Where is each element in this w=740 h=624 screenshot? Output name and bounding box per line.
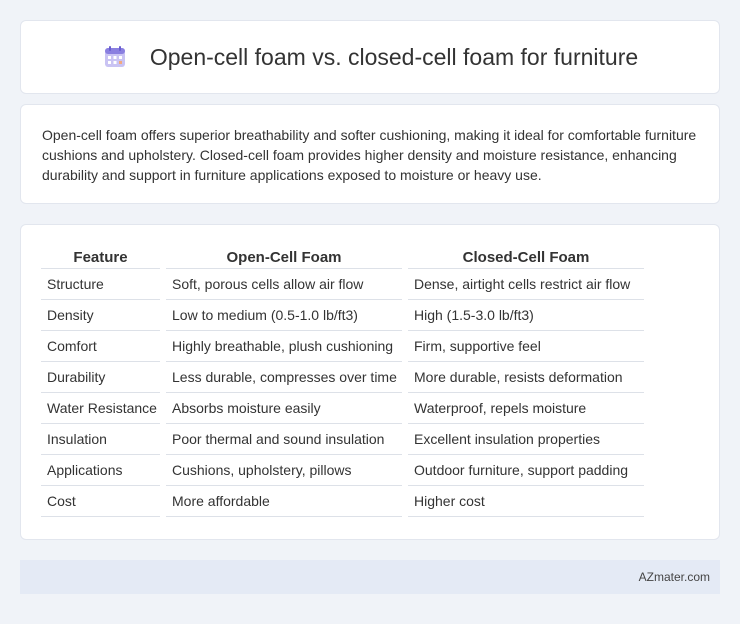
feature-cell: Cost	[41, 486, 160, 517]
summary-text: Open-cell foam offers superior breathabi…	[42, 127, 697, 183]
open-cell-value: Highly breathable, plush cushioning	[166, 331, 402, 362]
table-header-row: Feature Open-Cell Foam Closed-Cell Foam	[41, 247, 644, 269]
open-cell-value: More affordable	[166, 486, 402, 517]
closed-cell-value: Dense, airtight cells restrict air flow	[408, 269, 644, 300]
feature-cell: Water Resistance	[41, 393, 160, 424]
footer-bar: AZmater.com	[20, 560, 720, 594]
feature-cell: Durability	[41, 362, 160, 393]
closed-cell-value: High (1.5-3.0 lb/ft3)	[408, 300, 644, 331]
table-row: Insulation Poor thermal and sound insula…	[41, 424, 644, 455]
column-header-open-cell: Open-Cell Foam	[166, 247, 402, 269]
column-header-closed-cell: Closed-Cell Foam	[408, 247, 644, 269]
feature-cell: Applications	[41, 455, 160, 486]
column-header-feature: Feature	[41, 247, 160, 269]
open-cell-value: Less durable, compresses over time	[166, 362, 402, 393]
table-row: Comfort Highly breathable, plush cushion…	[41, 331, 644, 362]
closed-cell-value: Excellent insulation properties	[408, 424, 644, 455]
closed-cell-value: Outdoor furniture, support padding	[408, 455, 644, 486]
footer-brand[interactable]: AZmater.com	[639, 570, 710, 584]
feature-cell: Structure	[41, 269, 160, 300]
closed-cell-value: More durable, resists deformation	[408, 362, 644, 393]
page-title: Open-cell foam vs. closed-cell foam for …	[149, 43, 639, 70]
comparison-table: Feature Open-Cell Foam Closed-Cell Foam …	[35, 247, 650, 517]
feature-cell: Density	[41, 300, 160, 331]
table-row: Structure Soft, porous cells allow air f…	[41, 269, 644, 300]
open-cell-value: Poor thermal and sound insulation	[166, 424, 402, 455]
closed-cell-value: Higher cost	[408, 486, 644, 517]
closed-cell-value: Waterproof, repels moisture	[408, 393, 644, 424]
feature-cell: Insulation	[41, 424, 160, 455]
open-cell-value: Low to medium (0.5-1.0 lb/ft3)	[166, 300, 402, 331]
table-row: Water Resistance Absorbs moisture easily…	[41, 393, 644, 424]
table-row: Density Low to medium (0.5-1.0 lb/ft3) H…	[41, 300, 644, 331]
table-row: Cost More affordable Higher cost	[41, 486, 644, 517]
summary-card: Open-cell foam offers superior breathabi…	[20, 104, 720, 204]
feature-cell: Comfort	[41, 331, 160, 362]
open-cell-value: Soft, porous cells allow air flow	[166, 269, 402, 300]
open-cell-value: Cushions, upholstery, pillows	[166, 455, 402, 486]
title-card: Open-cell foam vs. closed-cell foam for …	[20, 20, 720, 94]
closed-cell-value: Firm, supportive feel	[408, 331, 644, 362]
table-row: Applications Cushions, upholstery, pillo…	[41, 455, 644, 486]
table-row: Durability Less durable, compresses over…	[41, 362, 644, 393]
open-cell-value: Absorbs moisture easily	[166, 393, 402, 424]
comparison-table-card: Feature Open-Cell Foam Closed-Cell Foam …	[20, 224, 720, 540]
calendar-icon	[102, 44, 128, 70]
